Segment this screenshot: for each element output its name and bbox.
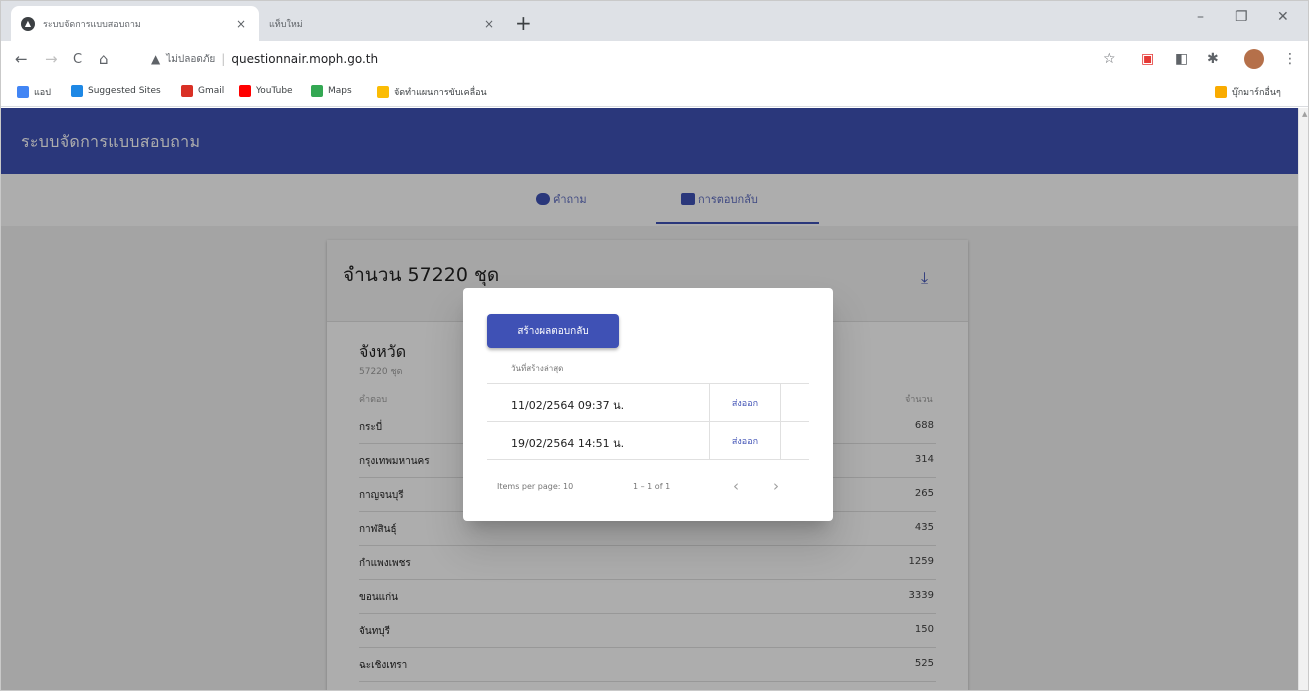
back-icon[interactable]: ← bbox=[15, 50, 28, 68]
browser-toolbar: ← → C ⌂ ▲ ไม่ปลอดภัย | questionnair.moph… bbox=[1, 41, 1308, 77]
menu-icon[interactable]: ⋮ bbox=[1283, 51, 1297, 67]
star-icon[interactable]: ☆ bbox=[1103, 51, 1116, 67]
divider: | bbox=[221, 52, 226, 66]
export-dialog: สร้างผลตอบกลับ วันที่สร้างล่าสุด 11/02/2… bbox=[463, 288, 833, 521]
reload-icon[interactable]: C bbox=[73, 52, 82, 67]
next-page-icon[interactable]: › bbox=[773, 477, 779, 495]
tab-close-icon[interactable]: × bbox=[233, 17, 249, 31]
prev-page-icon[interactable]: ‹ bbox=[733, 477, 739, 495]
apps-icon bbox=[17, 86, 29, 98]
browser-tab-new[interactable]: แท็บใหม่ × bbox=[259, 6, 507, 41]
paginator: Items per page: 10 1 – 1 of 1 ‹ › bbox=[487, 472, 809, 502]
google-icon bbox=[377, 86, 389, 98]
export-date: 11/02/2564 09:37 น. bbox=[511, 399, 625, 412]
bookmark-label: Suggested Sites bbox=[88, 86, 161, 96]
youtube-icon bbox=[239, 85, 251, 97]
bookmark-youtube[interactable]: YouTube bbox=[239, 85, 293, 97]
scrollbar[interactable]: ▲ bbox=[1298, 108, 1308, 690]
table-row: 11/02/2564 09:37 น. ส่งออก bbox=[487, 384, 809, 422]
tab-title: แท็บใหม่ bbox=[269, 19, 303, 30]
app-viewport: ระบบจัดการแบบสอบถาม คำถาม การตอบกลับ จำน… bbox=[1, 108, 1298, 690]
bing-icon bbox=[71, 85, 83, 97]
angular-favicon-icon: ▲ bbox=[21, 16, 35, 31]
bookmark-label: จัดทำแผนการขับเคลื่อน bbox=[394, 88, 487, 98]
security-label: ไม่ปลอดภัย bbox=[166, 53, 216, 65]
bookmark-maps[interactable]: Maps bbox=[311, 85, 352, 97]
extension-icon[interactable]: ◧ bbox=[1175, 51, 1188, 67]
new-tab-button[interactable]: + bbox=[515, 11, 532, 35]
browser-tab-active[interactable]: ▲ ระบบจัดการแบบสอบถาม × bbox=[11, 6, 259, 41]
export-button[interactable]: ส่งออก bbox=[709, 422, 781, 460]
maps-icon bbox=[311, 85, 323, 97]
tab-title: ระบบจัดการแบบสอบถาม bbox=[43, 19, 141, 30]
items-per-page[interactable]: Items per page: 10 bbox=[497, 482, 573, 491]
bookmark-label: YouTube bbox=[256, 86, 293, 96]
bookmark-suggested-sites[interactable]: Suggested Sites bbox=[71, 85, 161, 97]
tab-close-icon[interactable]: × bbox=[481, 17, 497, 31]
bookmark-apps[interactable]: แอป bbox=[17, 85, 51, 99]
extension-icon[interactable]: ▣ bbox=[1141, 51, 1154, 67]
scroll-up-icon[interactable]: ▲ bbox=[1302, 110, 1307, 118]
create-response-button[interactable]: สร้างผลตอบกลับ bbox=[487, 314, 619, 348]
home-icon[interactable]: ⌂ bbox=[99, 50, 109, 68]
column-header-created: วันที่สร้างล่าสุด bbox=[487, 354, 809, 384]
other-bookmarks[interactable]: บุ๊กมาร์กอื่นๆ bbox=[1215, 85, 1281, 99]
bookmarks-bar: แอป Suggested Sites Gmail YouTube Maps จ… bbox=[1, 77, 1308, 107]
restore-icon[interactable]: ❐ bbox=[1235, 9, 1248, 25]
address-bar[interactable]: ▲ ไม่ปลอดภัย | questionnair.moph.go.th bbox=[151, 45, 1081, 73]
forward-icon[interactable]: → bbox=[45, 50, 58, 68]
warning-icon: ▲ bbox=[151, 52, 161, 66]
bookmark-gmail[interactable]: Gmail bbox=[181, 85, 224, 97]
avatar[interactable] bbox=[1244, 49, 1264, 69]
puzzle-icon[interactable]: ✱ bbox=[1207, 51, 1219, 67]
minimize-icon[interactable]: – bbox=[1197, 9, 1204, 25]
bookmark-label: บุ๊กมาร์กอื่นๆ bbox=[1232, 88, 1281, 98]
export-table: วันที่สร้างล่าสุด 11/02/2564 09:37 น. ส่… bbox=[487, 354, 809, 460]
close-window-icon[interactable]: ✕ bbox=[1277, 9, 1289, 25]
folder-icon bbox=[1215, 86, 1227, 98]
export-date: 19/02/2564 14:51 น. bbox=[511, 437, 625, 450]
table-row: 19/02/2564 14:51 น. ส่งออก bbox=[487, 422, 809, 460]
url-text: questionnair.moph.go.th bbox=[231, 52, 379, 66]
browser-window: ▲ ระบบจัดการแบบสอบถาม × แท็บใหม่ × + – ❐… bbox=[0, 0, 1309, 691]
tab-strip: ▲ ระบบจัดการแบบสอบถาม × แท็บใหม่ × + – ❐… bbox=[1, 1, 1308, 41]
gmail-icon bbox=[181, 85, 193, 97]
bookmark-label: แอป bbox=[34, 88, 51, 98]
page-range: 1 – 1 of 1 bbox=[633, 482, 671, 491]
bookmark-label: Gmail bbox=[198, 86, 225, 96]
bookmark-label: Maps bbox=[328, 86, 352, 96]
bookmark-plan[interactable]: จัดทำแผนการขับเคลื่อน bbox=[377, 85, 487, 99]
export-button[interactable]: ส่งออก bbox=[709, 384, 781, 422]
